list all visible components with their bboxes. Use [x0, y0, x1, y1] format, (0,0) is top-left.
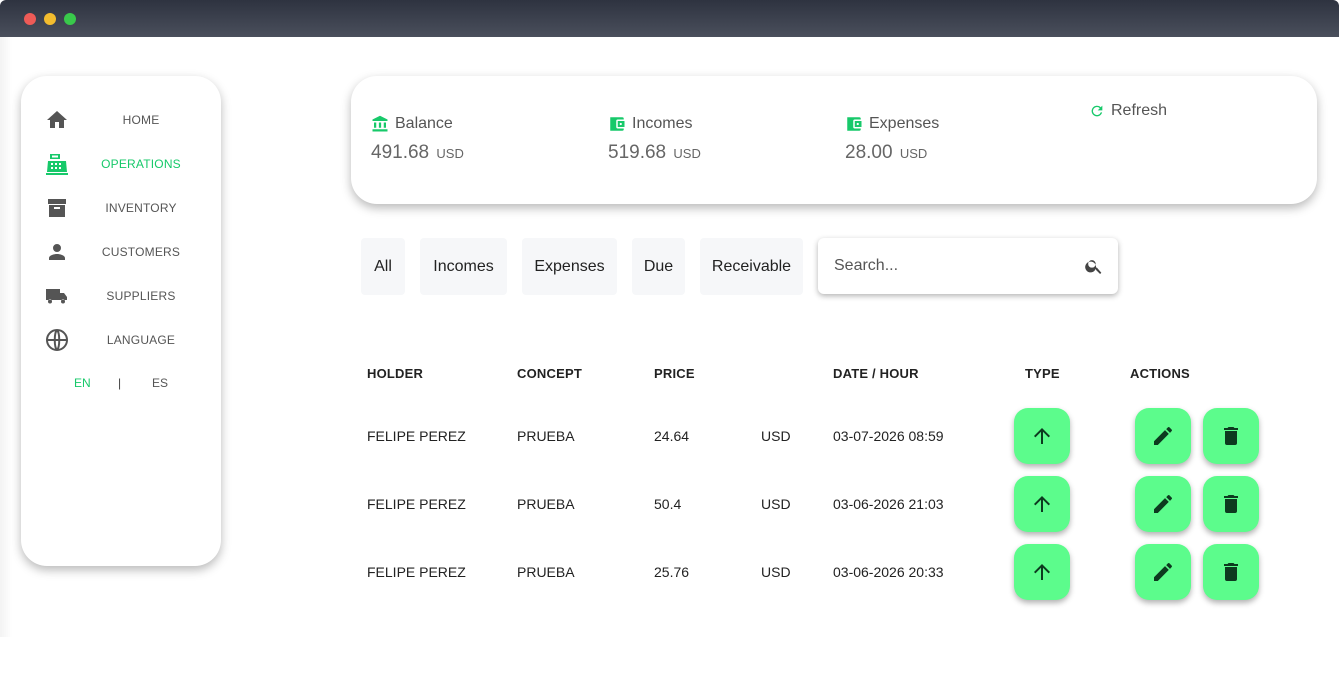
arrow-up-icon [1034, 496, 1050, 512]
currency-cell: USD [761, 564, 791, 580]
bank-icon [372, 115, 388, 132]
edit-button[interactable] [1135, 476, 1191, 532]
filter-expenses-button[interactable]: Expenses [522, 238, 617, 295]
holder-cell: FELIPE PEREZ [367, 496, 466, 512]
sidebar-item-label: INVENTORY [105, 201, 177, 215]
home-icon [47, 111, 67, 128]
delete-button[interactable] [1203, 544, 1259, 600]
expenses-value: 28.00 [845, 142, 893, 163]
search-icon[interactable] [1084, 256, 1104, 276]
refresh-label: Refresh [1111, 102, 1168, 119]
edit-button[interactable] [1135, 408, 1191, 464]
arrow-up-icon [1034, 564, 1050, 580]
type-income-button[interactable] [1014, 476, 1070, 532]
column-header-date: DATE / HOUR [833, 366, 919, 381]
trash-icon [1224, 563, 1238, 581]
sidebar-item-label: SUPPLIERS [106, 289, 176, 303]
price-cell: 25.76 [654, 564, 690, 580]
delete-button[interactable] [1203, 408, 1259, 464]
expenses-stat: Expenses 28.00 USD [845, 114, 939, 164]
type-income-button[interactable] [1014, 408, 1070, 464]
search-box [818, 238, 1118, 294]
balance-summary-card: Balance 491.68 USD Incomes 519.68 USD Ex… [351, 76, 1317, 204]
concept-cell: PRUEBA [517, 496, 575, 512]
holder-cell: FELIPE PEREZ [367, 564, 466, 580]
trash-icon [1224, 427, 1238, 445]
sidebar-item-label: OPERATIONS [101, 157, 181, 171]
filter-all-button[interactable]: All [361, 238, 405, 295]
sidebar-item-language[interactable]: LANGUAGE [21, 325, 221, 355]
pencil-icon [1154, 563, 1172, 581]
currency-cell: USD [761, 496, 791, 512]
balance-title: Balance [395, 115, 453, 132]
language-separator: | [118, 376, 122, 390]
date-cell: 03-07-2026 08:59 [833, 428, 944, 444]
balance-stat: Balance 491.68 USD [371, 114, 464, 164]
currency-cell: USD [761, 428, 791, 444]
holder-cell: FELIPE PEREZ [367, 428, 466, 444]
trash-icon [1224, 495, 1238, 513]
maximize-window-button[interactable] [64, 13, 76, 25]
incomes-title: Incomes [632, 115, 693, 132]
arrow-up-icon [1034, 428, 1050, 444]
incomes-stat: Incomes 519.68 USD [608, 114, 701, 164]
wallet-icon [610, 117, 625, 131]
sidebar-item-operations[interactable]: OPERATIONS [21, 149, 221, 179]
price-cell: 24.64 [654, 428, 690, 444]
column-header-price: PRICE [654, 366, 695, 381]
sidebar-item-label: CUSTOMERS [101, 245, 181, 259]
sidebar-item-label: LANGUAGE [106, 333, 176, 347]
minimize-window-button[interactable] [44, 13, 56, 25]
edit-button[interactable] [1135, 544, 1191, 600]
wallet-icon [847, 117, 862, 131]
person-icon [49, 244, 65, 260]
type-income-button[interactable] [1014, 544, 1070, 600]
refresh-button[interactable]: Refresh [1089, 102, 1167, 120]
filter-incomes-button[interactable]: Incomes [420, 238, 507, 295]
sidebar-item-suppliers[interactable]: SUPPLIERS [21, 281, 221, 311]
incomes-value: 519.68 [608, 142, 667, 163]
delete-button[interactable] [1203, 476, 1259, 532]
search-input[interactable] [834, 254, 1074, 278]
date-cell: 03-06-2026 20:33 [833, 564, 944, 580]
balance-currency: USD [436, 146, 464, 161]
sidebar-item-home[interactable]: HOME [21, 105, 221, 135]
truck-icon [46, 289, 67, 304]
language-es-option[interactable]: ES [152, 376, 168, 390]
refresh-icon [1091, 105, 1103, 117]
language-en-option[interactable]: EN [74, 376, 91, 390]
balance-value: 491.68 [371, 142, 430, 163]
globe-icon [46, 328, 68, 352]
concept-cell: PRUEBA [517, 428, 575, 444]
column-header-actions: ACTIONS [1130, 366, 1190, 381]
sidebar: HOME OPERATIONS INVENTORY CUSTOMERS SUPP… [21, 76, 221, 566]
expenses-currency: USD [899, 146, 928, 161]
column-header-type: TYPE [1025, 366, 1060, 381]
price-cell: 50.4 [654, 496, 682, 512]
pencil-icon [1154, 495, 1172, 513]
sidebar-item-label: HOME [122, 113, 160, 127]
filter-due-button[interactable]: Due [632, 238, 685, 295]
archive-icon [48, 199, 66, 217]
date-cell: 03-06-2026 21:03 [833, 496, 944, 512]
column-header-concept: CONCEPT [517, 366, 582, 381]
pencil-icon [1154, 427, 1172, 445]
window-titlebar [0, 0, 1339, 37]
incomes-currency: USD [673, 146, 701, 161]
close-window-button[interactable] [24, 13, 36, 25]
sidebar-item-inventory[interactable]: INVENTORY [21, 193, 221, 223]
cash-register-icon [46, 154, 68, 175]
filter-receivable-button[interactable]: Receivable [700, 238, 803, 295]
concept-cell: PRUEBA [517, 564, 575, 580]
expenses-title: Expenses [869, 115, 940, 132]
sidebar-item-customers[interactable]: CUSTOMERS [21, 237, 221, 267]
language-switcher: EN | ES [21, 374, 221, 394]
column-header-holder: HOLDER [367, 366, 424, 381]
